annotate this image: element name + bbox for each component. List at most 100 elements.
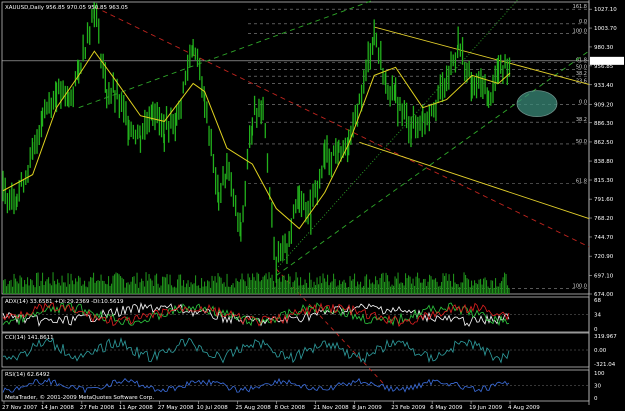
- volume-bar: [76, 281, 78, 294]
- fib-level-label: 50.0: [576, 139, 587, 145]
- volume-bar: [78, 275, 80, 294]
- volume-bar: [114, 274, 116, 294]
- volume-bar: [261, 280, 263, 294]
- volume-bar: [423, 279, 425, 294]
- volume-bar: [390, 286, 392, 294]
- volume-bar: [295, 272, 297, 294]
- cci-line: [2, 337, 510, 364]
- volume-bar: [298, 285, 300, 294]
- volume-bar: [384, 281, 386, 294]
- volume-bar: [393, 285, 395, 294]
- volume-bar: [30, 279, 32, 294]
- volume-bar: [360, 281, 362, 294]
- volume-bar: [330, 282, 332, 294]
- fib-level-label: 100.0: [573, 283, 587, 289]
- volume-bar: [486, 280, 488, 294]
- volume-bar: [36, 272, 38, 294]
- volume-bar: [177, 279, 179, 294]
- volume-bar: [424, 278, 426, 294]
- volume-bar: [87, 287, 89, 294]
- volume-bar: [292, 282, 294, 294]
- volume-bar: [186, 283, 188, 294]
- volume-bar: [133, 276, 135, 294]
- date-tick-label: 19 Jun 2009: [469, 405, 503, 411]
- volume-bar: [55, 284, 57, 294]
- volume-bar: [358, 284, 360, 294]
- volume-bar: [201, 278, 203, 294]
- volume-bar: [343, 279, 345, 294]
- volume-bar: [157, 283, 159, 294]
- volume-bar: [31, 280, 33, 294]
- volume-bar: [399, 283, 401, 294]
- volume-bar: [457, 284, 459, 294]
- volume-bar: [370, 283, 372, 294]
- volume-bar: [325, 281, 327, 294]
- volume-bar: [277, 279, 279, 294]
- volume-bar: [178, 274, 180, 294]
- chart-root: 161.80.0100.061.850.038.223.60.038.250.0…: [1, 0, 624, 411]
- price-tick-label: 768.20: [594, 216, 614, 222]
- volume-bar: [10, 279, 12, 294]
- volume-bar: [270, 277, 272, 294]
- cci-tick-label: 319.967: [594, 334, 617, 340]
- volume-bar: [291, 287, 293, 294]
- volume-bar: [501, 281, 503, 294]
- volume-bar: [357, 281, 359, 294]
- price-point-last: [509, 59, 511, 62]
- volume-bar: [25, 284, 27, 294]
- volume-bar: [165, 277, 167, 294]
- volume-bar: [456, 284, 458, 294]
- volume-bar: [472, 285, 474, 294]
- volume-bar: [258, 273, 260, 294]
- volume-bar: [174, 286, 176, 294]
- volume-bar: [364, 276, 366, 294]
- volume-bar: [18, 283, 20, 294]
- volume-bar: [448, 274, 450, 294]
- volume-bar: [210, 287, 212, 294]
- volume-bar: [433, 279, 435, 294]
- volume-bar: [283, 275, 285, 294]
- volume-bar: [223, 282, 225, 294]
- volume-bar: [151, 280, 153, 294]
- volume-bar: [73, 284, 75, 294]
- channel-yellow-lower: [359, 141, 590, 220]
- date-tick-label: 27 Feb 2008: [80, 405, 115, 411]
- volume-bar: [354, 273, 356, 294]
- volume-bar: [231, 285, 233, 294]
- volume-bar: [439, 285, 441, 294]
- volume-bar: [408, 275, 410, 294]
- volume-bar: [103, 280, 105, 294]
- volume-bar: [13, 273, 15, 294]
- volume-bar: [451, 286, 453, 294]
- volume-bar: [402, 282, 404, 294]
- price-tick-label: 697.10: [594, 273, 614, 279]
- volume-bar: [190, 282, 192, 294]
- date-tick-label: 8 Jan 2009: [352, 405, 382, 411]
- volume-bar: [57, 279, 59, 294]
- channel-green-fan: [275, 0, 519, 270]
- volume-bar: [463, 272, 465, 294]
- volume-bar: [411, 283, 413, 294]
- volume-bar: [121, 277, 123, 294]
- price-tick-label: 791.60: [594, 197, 614, 203]
- volume-bar: [306, 282, 308, 294]
- volume-bar: [85, 286, 87, 294]
- volume-bar: [139, 282, 141, 294]
- volume-bar: [69, 284, 71, 294]
- volume-bar: [238, 281, 240, 294]
- volume-bar: [406, 278, 408, 294]
- volume-bar: [468, 279, 470, 294]
- volume-bar: [99, 280, 101, 294]
- volume-bar: [415, 276, 417, 294]
- price-candles: [2, 2, 511, 283]
- volume-bar: [355, 286, 357, 294]
- volume-bar: [21, 277, 23, 294]
- volume-bar: [184, 287, 186, 294]
- adx-plus-di-line: [2, 302, 510, 327]
- date-tick-label: 27 Nov 2007: [2, 405, 38, 411]
- volume-bar: [145, 272, 147, 294]
- volume-bar: [495, 278, 497, 294]
- volume-bar: [378, 284, 380, 294]
- cci-tick-label: -321.04: [594, 362, 616, 368]
- volume-bar: [219, 276, 221, 294]
